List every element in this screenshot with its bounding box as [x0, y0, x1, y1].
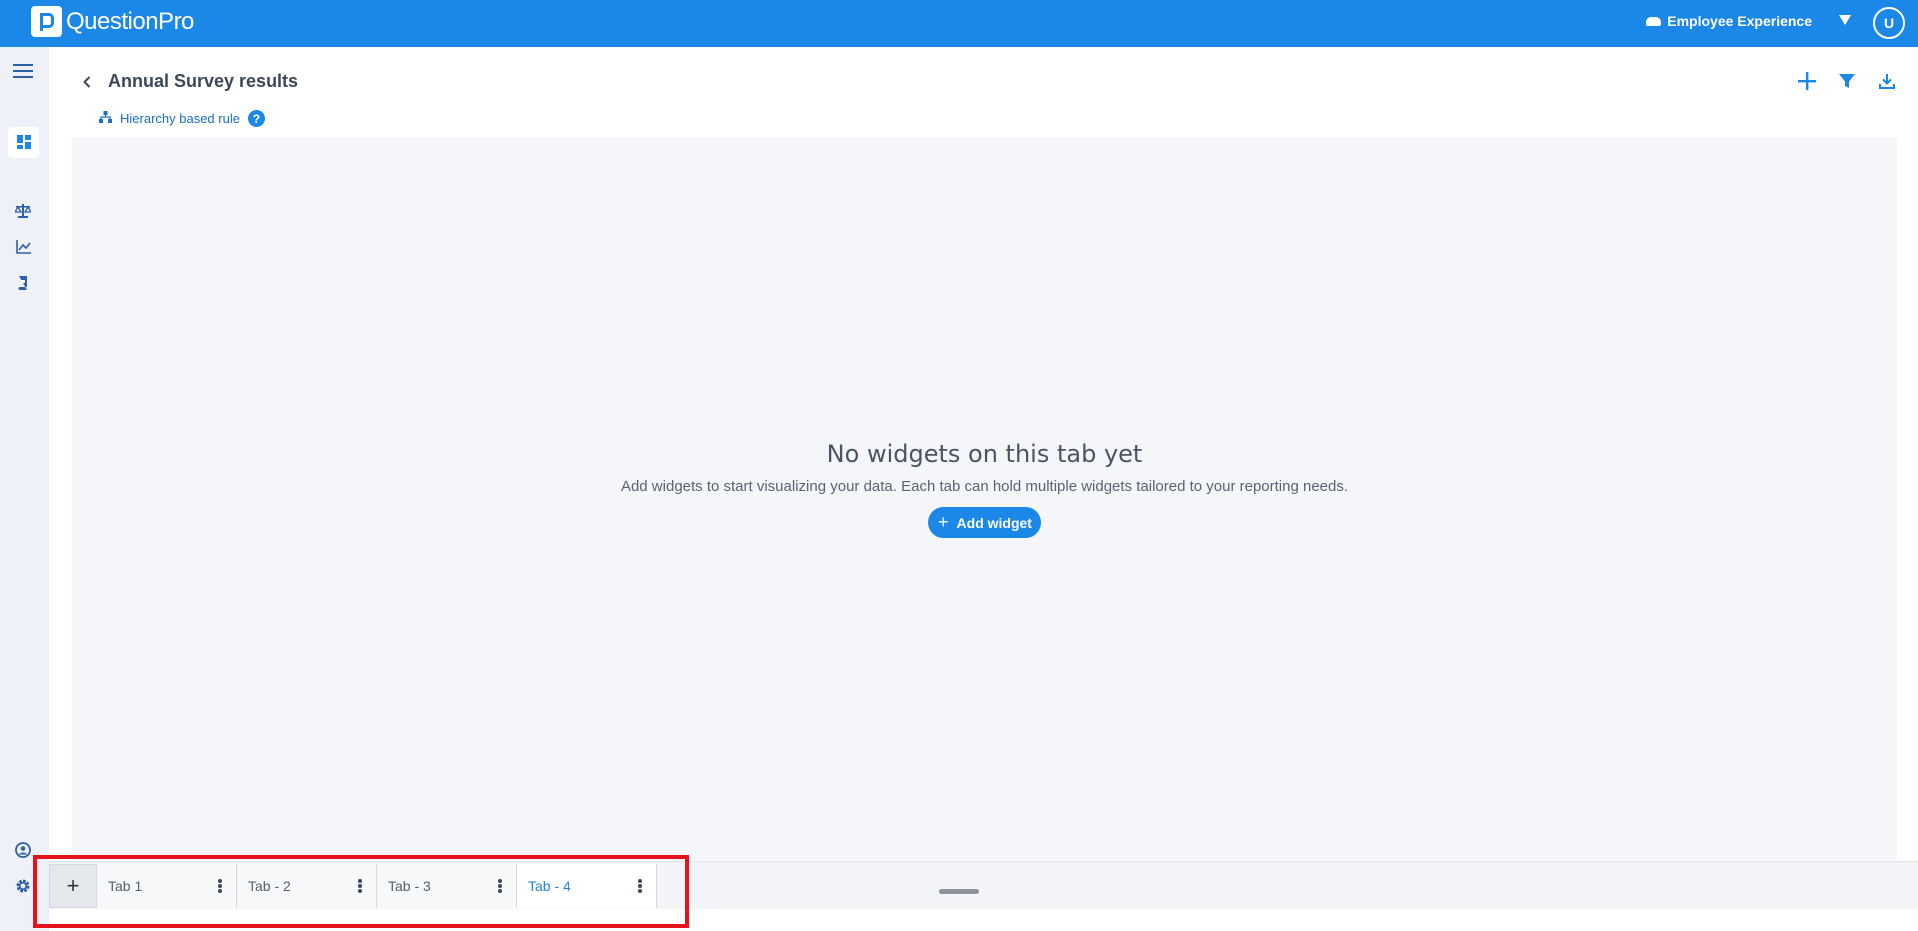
empty-state: No widgets on this tab yet Add widgets t…: [72, 440, 1897, 538]
user-avatar[interactable]: U: [1873, 7, 1905, 39]
hierarchy-rule-label: Hierarchy based rule: [120, 111, 240, 126]
product-label: Employee Experience: [1667, 13, 1812, 29]
logo-text: QuestionPro: [66, 7, 194, 35]
line-chart-icon[interactable]: [13, 237, 33, 257]
plus-icon[interactable]: [1796, 70, 1818, 92]
resize-handle[interactable]: [939, 889, 979, 894]
empty-state-title: No widgets on this tab yet: [826, 440, 1143, 468]
product-switcher[interactable]: Employee Experience: [1646, 13, 1812, 29]
dashboard-canvas: No widgets on this tab yet Add widgets t…: [72, 137, 1897, 860]
filter-icon[interactable]: [1836, 70, 1858, 92]
hierarchy-rule-link[interactable]: Hierarchy based rule ?: [99, 110, 265, 127]
report-icon[interactable]: [13, 273, 33, 293]
dashboard-icon[interactable]: [14, 132, 34, 152]
cloud-icon: [1646, 16, 1662, 26]
empty-state-subtitle: Add widgets to start visualizing your da…: [620, 478, 1349, 495]
hierarchy-icon: [99, 111, 112, 126]
left-nav-rail: [0, 47, 49, 931]
download-icon[interactable]: [1876, 70, 1898, 92]
back-chevron-icon[interactable]: [82, 74, 92, 90]
caret-down-icon[interactable]: [1839, 15, 1851, 25]
page-title: Annual Survey results: [108, 71, 299, 91]
hamburger-menu-icon[interactable]: [13, 61, 33, 81]
logo-mark-icon: [31, 6, 62, 37]
plus-icon: +: [938, 512, 949, 532]
annotation-highlight: [33, 855, 689, 928]
add-widget-button[interactable]: + Add widget: [928, 507, 1041, 538]
gear-icon[interactable]: [13, 876, 33, 896]
questionpro-logo[interactable]: QuestionPro: [31, 6, 194, 37]
top-bar: QuestionPro Employee Experience U: [0, 0, 1918, 47]
user-circle-icon[interactable]: [13, 840, 33, 860]
help-icon[interactable]: ?: [247, 110, 265, 127]
add-widget-label: Add widget: [956, 514, 1032, 531]
scale-icon[interactable]: [13, 201, 33, 221]
header-actions: [1796, 70, 1898, 92]
